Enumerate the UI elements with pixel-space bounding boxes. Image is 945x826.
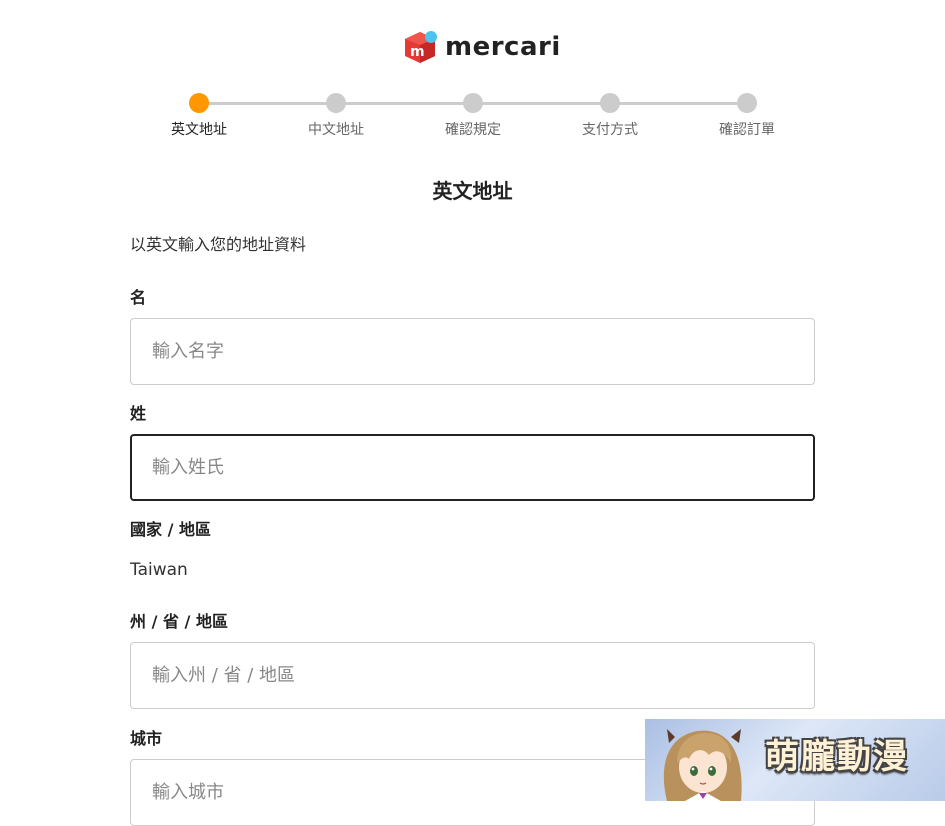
svg-text:m: m xyxy=(410,44,425,60)
step-label: 確認訂單 xyxy=(719,122,775,138)
last-name-input[interactable] xyxy=(130,434,815,501)
step-label: 中文地址 xyxy=(308,122,364,138)
country-value: Taiwan xyxy=(130,560,188,580)
mercari-box-icon: m xyxy=(405,31,437,63)
step-payment-method: 支付方式 xyxy=(560,93,660,139)
mercari-logo[interactable]: m mercari xyxy=(403,29,561,65)
intro-text: 以英文輸入您的地址資料 xyxy=(130,235,307,254)
step-english-address: 英文地址 xyxy=(149,93,249,139)
brand-name: mercari xyxy=(445,32,561,62)
step-confirm-terms: 確認規定 xyxy=(423,93,523,139)
state-input[interactable] xyxy=(130,642,815,709)
anime-character-icon xyxy=(663,729,742,801)
watermark-text: 萌朧動漫 xyxy=(765,737,909,777)
first-name-input[interactable] xyxy=(130,318,815,385)
watermark: 萌朧動漫 xyxy=(645,719,945,801)
last-name-label: 姓 xyxy=(130,404,147,423)
step-dot xyxy=(737,93,757,113)
step-label: 支付方式 xyxy=(582,122,638,138)
step-label: 確認規定 xyxy=(445,122,501,138)
page-title: 英文地址 xyxy=(432,179,513,203)
city-label: 城市 xyxy=(130,729,163,748)
country-label: 國家 / 地區 xyxy=(130,520,211,539)
step-dot xyxy=(189,93,209,113)
step-label: 英文地址 xyxy=(171,122,227,138)
checkout-stepper: 英文地址 中文地址 確認規定 支付方式 確認訂單 xyxy=(130,93,815,143)
step-chinese-address: 中文地址 xyxy=(286,93,386,139)
state-label: 州 / 省 / 地區 xyxy=(130,612,228,631)
step-confirm-order: 確認訂單 xyxy=(697,93,797,139)
step-dot xyxy=(463,93,483,113)
first-name-label: 名 xyxy=(130,288,147,307)
step-dot xyxy=(326,93,346,113)
step-dot xyxy=(600,93,620,113)
